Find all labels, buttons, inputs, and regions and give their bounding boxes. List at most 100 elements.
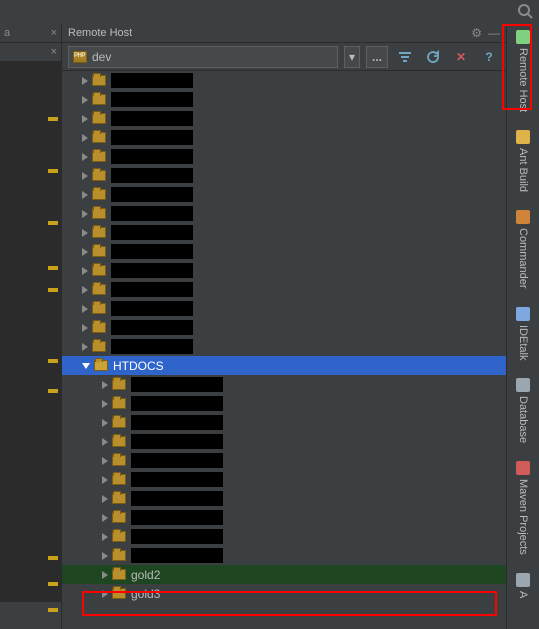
tree-row[interactable] bbox=[62, 147, 506, 166]
tree-row[interactable] bbox=[62, 185, 506, 204]
chevron-right-icon[interactable] bbox=[82, 229, 88, 237]
chevron-right-icon[interactable] bbox=[102, 438, 108, 446]
chevron-right-icon[interactable] bbox=[102, 533, 108, 541]
tree-row[interactable] bbox=[62, 299, 506, 318]
tree-row[interactable] bbox=[62, 394, 506, 413]
redacted-label bbox=[111, 130, 193, 145]
folder-icon bbox=[92, 75, 106, 86]
ellipsis-button[interactable]: ... bbox=[366, 46, 388, 68]
tree-row[interactable]: gold3 bbox=[62, 584, 506, 603]
tree-row[interactable] bbox=[62, 280, 506, 299]
redacted-label bbox=[111, 168, 193, 183]
right-tab-a[interactable]: A bbox=[516, 567, 530, 604]
server-combo[interactable]: dev bbox=[68, 46, 338, 68]
gear-icon[interactable]: ⚙ bbox=[471, 26, 482, 40]
help-icon[interactable]: ? bbox=[478, 46, 500, 68]
right-tool-strip: Remote Host Ant Build Commander IDEtalk Data… bbox=[506, 24, 539, 629]
tree-row[interactable] bbox=[62, 337, 506, 356]
tree-row[interactable] bbox=[62, 261, 506, 280]
redacted-label bbox=[111, 282, 193, 297]
close-icon[interactable]: × bbox=[51, 27, 57, 39]
chevron-right-icon[interactable] bbox=[82, 77, 88, 85]
right-tab-remote-host[interactable]: Remote Host bbox=[516, 24, 530, 118]
chevron-right-icon[interactable] bbox=[82, 210, 88, 218]
folder-icon bbox=[92, 132, 106, 143]
tree-row[interactable] bbox=[62, 527, 506, 546]
combo-dropdown[interactable]: ▾ bbox=[344, 46, 360, 68]
tool-icon bbox=[516, 130, 530, 144]
tree-row[interactable] bbox=[62, 90, 506, 109]
folder-icon bbox=[92, 303, 106, 314]
chevron-right-icon[interactable] bbox=[102, 419, 108, 427]
chevron-right-icon[interactable] bbox=[82, 343, 88, 351]
search-icon[interactable] bbox=[517, 3, 533, 22]
close-icon[interactable]: × bbox=[51, 46, 57, 58]
chevron-right-icon[interactable] bbox=[102, 571, 108, 579]
tree-row[interactable] bbox=[62, 242, 506, 261]
redacted-label bbox=[111, 73, 193, 88]
chevron-right-icon[interactable] bbox=[82, 172, 88, 180]
tool-icon bbox=[516, 573, 530, 587]
chevron-right-icon[interactable] bbox=[102, 457, 108, 465]
refresh-icon[interactable] bbox=[422, 46, 444, 68]
chevron-right-icon[interactable] bbox=[102, 590, 108, 598]
panel-title: Remote Host bbox=[68, 27, 132, 39]
right-tab-ant-build[interactable]: Ant Build bbox=[516, 124, 530, 198]
tree-row[interactable] bbox=[62, 432, 506, 451]
chevron-right-icon[interactable] bbox=[82, 324, 88, 332]
chevron-right-icon[interactable] bbox=[82, 153, 88, 161]
right-tab-commander[interactable]: Commander bbox=[516, 204, 530, 295]
chevron-right-icon[interactable] bbox=[82, 191, 88, 199]
tree-row[interactable] bbox=[62, 71, 506, 90]
chevron-right-icon[interactable] bbox=[102, 495, 108, 503]
editor-tab-stub-1[interactable]: a × bbox=[0, 24, 61, 43]
chevron-right-icon[interactable] bbox=[82, 134, 88, 142]
tree-row[interactable] bbox=[62, 204, 506, 223]
chevron-right-icon[interactable] bbox=[82, 267, 88, 275]
folder-icon bbox=[92, 322, 106, 333]
redacted-label bbox=[111, 244, 193, 259]
chevron-right-icon[interactable] bbox=[82, 96, 88, 104]
gutter-mark bbox=[48, 359, 58, 363]
tree-row[interactable] bbox=[62, 508, 506, 527]
tree-row[interactable] bbox=[62, 375, 506, 394]
minimize-icon[interactable]: — bbox=[488, 26, 500, 40]
right-tab-idetalk[interactable]: IDEtalk bbox=[516, 301, 530, 366]
tree-row[interactable] bbox=[62, 223, 506, 242]
tree-row[interactable] bbox=[62, 166, 506, 185]
folder-icon bbox=[112, 550, 126, 561]
tree-row[interactable]: HTDOCS bbox=[62, 356, 506, 375]
tree-row[interactable] bbox=[62, 128, 506, 147]
top-search-bar bbox=[0, 0, 539, 24]
right-tab-database[interactable]: Database bbox=[516, 372, 530, 449]
tree-row[interactable] bbox=[62, 451, 506, 470]
redacted-label bbox=[111, 92, 193, 107]
tree-row[interactable] bbox=[62, 470, 506, 489]
chevron-right-icon[interactable] bbox=[82, 305, 88, 313]
tree-row[interactable] bbox=[62, 413, 506, 432]
tree-row[interactable] bbox=[62, 489, 506, 508]
chevron-right-icon[interactable] bbox=[82, 286, 88, 294]
chevron-right-icon[interactable] bbox=[82, 115, 88, 123]
disconnect-icon[interactable]: ✕ bbox=[450, 46, 472, 68]
chevron-right-icon[interactable] bbox=[102, 400, 108, 408]
filter-icon[interactable] bbox=[394, 46, 416, 68]
tree-row[interactable] bbox=[62, 546, 506, 565]
chevron-down-icon[interactable] bbox=[82, 363, 90, 369]
tree-row[interactable]: gold2 bbox=[62, 565, 506, 584]
tree-row[interactable] bbox=[62, 109, 506, 128]
gutter-mark bbox=[48, 288, 58, 292]
chevron-right-icon[interactable] bbox=[102, 552, 108, 560]
chevron-right-icon[interactable] bbox=[102, 476, 108, 484]
chevron-right-icon[interactable] bbox=[102, 514, 108, 522]
tool-icon bbox=[516, 30, 530, 44]
chevron-right-icon[interactable] bbox=[82, 248, 88, 256]
right-tab-maven-projects[interactable]: Maven Projects bbox=[516, 455, 530, 561]
redacted-label bbox=[111, 206, 193, 221]
chevron-right-icon[interactable] bbox=[102, 381, 108, 389]
redacted-label bbox=[111, 149, 193, 164]
editor-tab-stub-2[interactable]: × bbox=[0, 43, 61, 62]
tree-row[interactable] bbox=[62, 318, 506, 337]
file-tree[interactable]: HTDOCS gold2gold3 bbox=[62, 71, 506, 629]
folder-label: HTDOCS bbox=[113, 359, 164, 373]
